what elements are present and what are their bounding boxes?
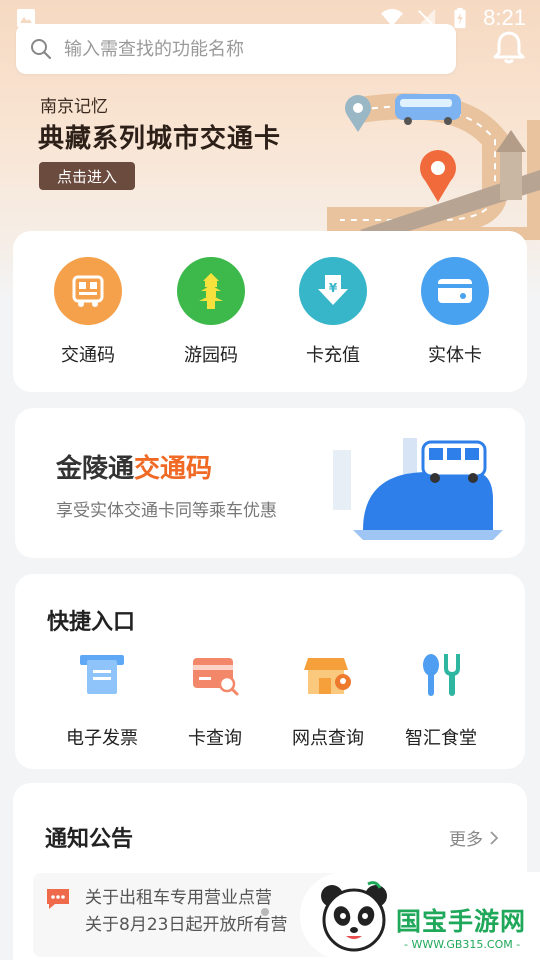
notice-item[interactable]: 关于出租车专用营业点营 [85,883,310,908]
message-icon [47,889,69,909]
canteen-icon [423,654,460,696]
quick-item-canteen[interactable]: 智汇食堂 [386,652,496,750]
func-physical-card[interactable]: 实体卡 [405,257,505,367]
notice-more-link[interactable]: 更多 [449,825,499,850]
promo-subtitle: 享受实体交通卡同等乘车优惠 [56,501,277,521]
func-label: 卡充值 [306,345,360,366]
battery-charging-icon [454,7,466,29]
banner-enter-button[interactable]: 点击进入 [39,162,135,190]
bus-code-icon [54,257,122,325]
quick-item-label: 网点查询 [292,728,364,749]
search-icon [31,39,52,60]
page-indicator [261,908,269,916]
promo-title-prefix: 金陵通 [56,454,135,484]
panda-logo-icon [321,881,387,952]
notice-title: 通知公告 [45,827,134,852]
search-input[interactable] [64,38,442,60]
banner-illustration [327,93,540,240]
svg-text:¥: ¥ [329,281,338,295]
watermark: 国宝手游网 - WWW.GB315.COM - [300,872,540,960]
quick-item-invoice[interactable]: 电子发票 [47,652,157,750]
quick-item-branch-query[interactable]: 网点查询 [273,652,383,750]
func-label: 游园码 [184,345,238,366]
card-icon [421,257,489,325]
quick-entry-card: 快捷入口 电子发票 卡查询 网点查询 智汇食堂 [15,574,525,769]
chevron-right-icon [490,830,499,845]
status-bar: 8:21 [0,0,540,36]
status-time: 8:21 [483,5,526,30]
quick-item-label: 电子发票 [66,728,138,749]
more-label: 更多 [449,830,483,850]
watermark-url: - WWW.GB315.COM - [404,938,521,951]
watermark-brand: 国宝手游网 [396,907,527,936]
invoice-icon [80,655,124,694]
banner-title: 典藏系列城市交通卡 [38,124,282,154]
func-label: 交通码 [61,345,115,366]
card-search-icon [193,658,239,696]
notice-item[interactable]: 关于8月23日起开放所有营 [85,910,310,935]
gallery-notification-icon [17,9,35,27]
quick-item-label: 卡查询 [188,728,242,749]
quick-entry-title: 快捷入口 [47,610,136,635]
wifi-icon [381,8,404,27]
traffic-code-promo[interactable]: 金陵通交通码 享受实体交通卡同等乘车优惠 [15,408,525,558]
func-park-code[interactable]: 游园码 [161,257,261,367]
main-functions-card: 交通码 游园码 ¥ 卡充值 实体卡 [13,231,527,392]
quick-item-card-query[interactable]: 卡查询 [160,652,270,750]
func-traffic-code[interactable]: 交通码 [38,257,138,367]
tower-icon [177,257,245,325]
banner-subtitle: 南京记忆 [40,97,108,117]
promo-title-accent: 交通码 [134,454,213,484]
yuan-download-icon: ¥ [299,257,367,325]
no-signal-icon [417,8,436,28]
func-card-recharge[interactable]: ¥ 卡充值 [283,257,383,367]
promo-title: 金陵通交通码 [56,448,212,485]
store-location-icon [304,658,351,694]
quick-item-label: 智汇食堂 [405,728,477,749]
func-label: 实体卡 [428,345,482,366]
bus-illustration [333,438,503,540]
